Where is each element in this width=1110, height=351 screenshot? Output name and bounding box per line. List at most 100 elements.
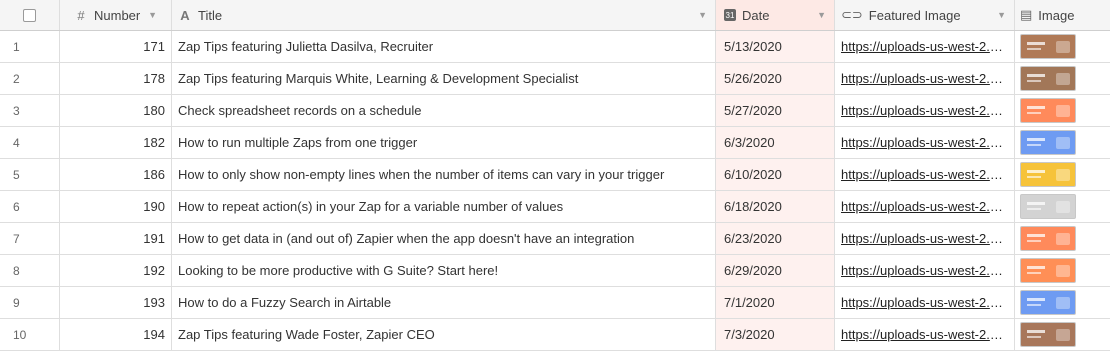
date-cell[interactable]: 6/3/2020 bbox=[716, 127, 835, 158]
featured-image-cell[interactable]: https://uploads-us-west-2.amazonaws.com bbox=[835, 319, 1015, 350]
image-thumbnail[interactable] bbox=[1020, 66, 1076, 91]
row-index[interactable]: 9 bbox=[0, 287, 60, 318]
image-cell[interactable] bbox=[1015, 191, 1110, 222]
table-row[interactable]: 3 180 Check spreadsheet records on a sched… bbox=[0, 95, 1110, 127]
title-cell[interactable]: Check spreadsheet records on a schedule bbox=[172, 95, 716, 126]
number-cell[interactable]: 182 bbox=[60, 127, 172, 158]
row-index[interactable]: 4 bbox=[0, 127, 60, 158]
featured-image-cell[interactable]: https://uploads-us-west-2.amazonaws.com bbox=[835, 287, 1015, 318]
featured-image-cell[interactable]: https://uploads-us-west-2.amazonaws.com bbox=[835, 127, 1015, 158]
chevron-down-icon[interactable]: ▼ bbox=[997, 10, 1006, 20]
featured-image-cell[interactable]: https://uploads-us-west-2.amazonaws.com bbox=[835, 223, 1015, 254]
number-cell[interactable]: 191 bbox=[60, 223, 172, 254]
title-cell[interactable]: How to repeat action(s) in your Zap for … bbox=[172, 191, 716, 222]
title-cell[interactable]: How to do a Fuzzy Search in Airtable bbox=[172, 287, 716, 318]
number-cell[interactable]: 171 bbox=[60, 31, 172, 62]
image-cell[interactable] bbox=[1015, 319, 1110, 350]
number-cell[interactable]: 180 bbox=[60, 95, 172, 126]
row-index[interactable]: 6 bbox=[0, 191, 60, 222]
image-cell[interactable] bbox=[1015, 127, 1110, 158]
featured-image-cell[interactable]: https://uploads-us-west-2.amazonaws.com bbox=[835, 63, 1015, 94]
featured-image-cell[interactable]: https://uploads-us-west-2.amazonaws.com bbox=[835, 159, 1015, 190]
title-cell[interactable]: How to get data in (and out of) Zapier w… bbox=[172, 223, 716, 254]
featured-image-cell[interactable]: https://uploads-us-west-2.amazonaws.com bbox=[835, 255, 1015, 286]
date-cell[interactable]: 5/13/2020 bbox=[716, 31, 835, 62]
image-thumbnail[interactable] bbox=[1020, 226, 1076, 251]
chevron-down-icon[interactable]: ▼ bbox=[148, 10, 157, 20]
number-cell[interactable]: 178 bbox=[60, 63, 172, 94]
featured-image-link[interactable]: https://uploads-us-west-2.amazonaws.com bbox=[841, 231, 1007, 246]
title-cell[interactable]: Zap Tips featuring Julietta Dasilva, Rec… bbox=[172, 31, 716, 62]
image-thumbnail[interactable] bbox=[1020, 130, 1076, 155]
column-header-image[interactable]: ▤ Image bbox=[1015, 0, 1110, 30]
title-cell[interactable]: Zap Tips featuring Wade Foster, Zapier C… bbox=[172, 319, 716, 350]
column-header-title[interactable]: A Title ▼ bbox=[172, 0, 716, 30]
table-row[interactable]: 1 171 Zap Tips featuring Julietta Dasilva,… bbox=[0, 31, 1110, 63]
image-thumbnail[interactable] bbox=[1020, 322, 1076, 347]
date-cell[interactable]: 7/1/2020 bbox=[716, 287, 835, 318]
image-cell[interactable] bbox=[1015, 95, 1110, 126]
date-cell[interactable]: 6/29/2020 bbox=[716, 255, 835, 286]
title-cell[interactable]: Looking to be more productive with G Sui… bbox=[172, 255, 716, 286]
row-index[interactable]: 2 bbox=[0, 63, 60, 94]
number-cell[interactable]: 190 bbox=[60, 191, 172, 222]
table-row[interactable]: 5 186 How to only show non-empty lines whe… bbox=[0, 159, 1110, 191]
image-cell[interactable] bbox=[1015, 287, 1110, 318]
date-cell[interactable]: 6/18/2020 bbox=[716, 191, 835, 222]
table-row[interactable]: 8 192 Looking to be more productive with G… bbox=[0, 255, 1110, 287]
row-index[interactable]: 7 bbox=[0, 223, 60, 254]
column-header-number[interactable]: # Number ▼ bbox=[60, 0, 172, 30]
image-thumbnail[interactable] bbox=[1020, 258, 1076, 283]
image-thumbnail[interactable] bbox=[1020, 290, 1076, 315]
number-cell[interactable]: 186 bbox=[60, 159, 172, 190]
image-cell[interactable] bbox=[1015, 255, 1110, 286]
table-row[interactable]: 6 190 How to repeat action(s) in your Zap … bbox=[0, 191, 1110, 223]
table-row[interactable]: 9 193 How to do a Fuzzy Search in Airtable… bbox=[0, 287, 1110, 319]
date-cell[interactable]: 7/3/2020 bbox=[716, 319, 835, 350]
table-row[interactable]: 2 178 Zap Tips featuring Marquis White, Le… bbox=[0, 63, 1110, 95]
featured-image-cell[interactable]: https://uploads-us-west-2.amazonaws.com bbox=[835, 95, 1015, 126]
row-index[interactable]: 3 bbox=[0, 95, 60, 126]
image-cell[interactable] bbox=[1015, 159, 1110, 190]
image-thumbnail[interactable] bbox=[1020, 162, 1076, 187]
featured-image-cell[interactable]: https://uploads-us-west-2.amazonaws.com bbox=[835, 191, 1015, 222]
row-index[interactable]: 10 bbox=[0, 319, 60, 350]
title-cell[interactable]: How to only show non-empty lines when th… bbox=[172, 159, 716, 190]
number-cell[interactable]: 193 bbox=[60, 287, 172, 318]
image-thumbnail[interactable] bbox=[1020, 98, 1076, 123]
featured-image-link[interactable]: https://uploads-us-west-2.amazonaws.com bbox=[841, 103, 1007, 118]
title-cell[interactable]: Zap Tips featuring Marquis White, Learni… bbox=[172, 63, 716, 94]
number-cell[interactable]: 192 bbox=[60, 255, 172, 286]
table-row[interactable]: 4 182 How to run multiple Zaps from one tr… bbox=[0, 127, 1110, 159]
featured-image-link[interactable]: https://uploads-us-west-2.amazonaws.com bbox=[841, 39, 1007, 54]
image-thumbnail[interactable] bbox=[1020, 194, 1076, 219]
row-index[interactable]: 8 bbox=[0, 255, 60, 286]
image-thumbnail[interactable] bbox=[1020, 34, 1076, 59]
chevron-down-icon[interactable]: ▼ bbox=[698, 10, 707, 20]
table-row[interactable]: 10 194 Zap Tips featuring Wade Foster, Zap… bbox=[0, 319, 1110, 351]
chevron-down-icon[interactable]: ▼ bbox=[817, 10, 826, 20]
title-cell[interactable]: How to run multiple Zaps from one trigge… bbox=[172, 127, 716, 158]
image-cell[interactable] bbox=[1015, 63, 1110, 94]
featured-image-link[interactable]: https://uploads-us-west-2.amazonaws.com bbox=[841, 327, 1007, 342]
featured-image-link[interactable]: https://uploads-us-west-2.amazonaws.com bbox=[841, 71, 1007, 86]
featured-image-link[interactable]: https://uploads-us-west-2.amazonaws.com bbox=[841, 135, 1007, 150]
featured-image-link[interactable]: https://uploads-us-west-2.amazonaws.com bbox=[841, 199, 1007, 214]
select-all-checkbox[interactable] bbox=[23, 8, 36, 22]
featured-image-link[interactable]: https://uploads-us-west-2.amazonaws.com bbox=[841, 263, 1007, 278]
date-cell[interactable]: 5/26/2020 bbox=[716, 63, 835, 94]
date-cell[interactable]: 6/23/2020 bbox=[716, 223, 835, 254]
featured-image-link[interactable]: https://uploads-us-west-2.amazonaws.com bbox=[841, 167, 1007, 182]
image-cell[interactable] bbox=[1015, 223, 1110, 254]
table-row[interactable]: 7 191 How to get data in (and out of) Zapi… bbox=[0, 223, 1110, 255]
image-cell[interactable] bbox=[1015, 31, 1110, 62]
featured-image-link[interactable]: https://uploads-us-west-2.amazonaws.com bbox=[841, 295, 1007, 310]
column-header-featured-image[interactable]: ⊂⊃ Featured Image ▼ bbox=[835, 0, 1015, 30]
date-cell[interactable]: 5/27/2020 bbox=[716, 95, 835, 126]
row-index[interactable]: 1 bbox=[0, 31, 60, 62]
row-index[interactable]: 5 bbox=[0, 159, 60, 190]
date-cell[interactable]: 6/10/2020 bbox=[716, 159, 835, 190]
featured-image-cell[interactable]: https://uploads-us-west-2.amazonaws.com bbox=[835, 31, 1015, 62]
column-header-date[interactable]: 31 Date ▼ bbox=[716, 0, 835, 30]
number-cell[interactable]: 194 bbox=[60, 319, 172, 350]
